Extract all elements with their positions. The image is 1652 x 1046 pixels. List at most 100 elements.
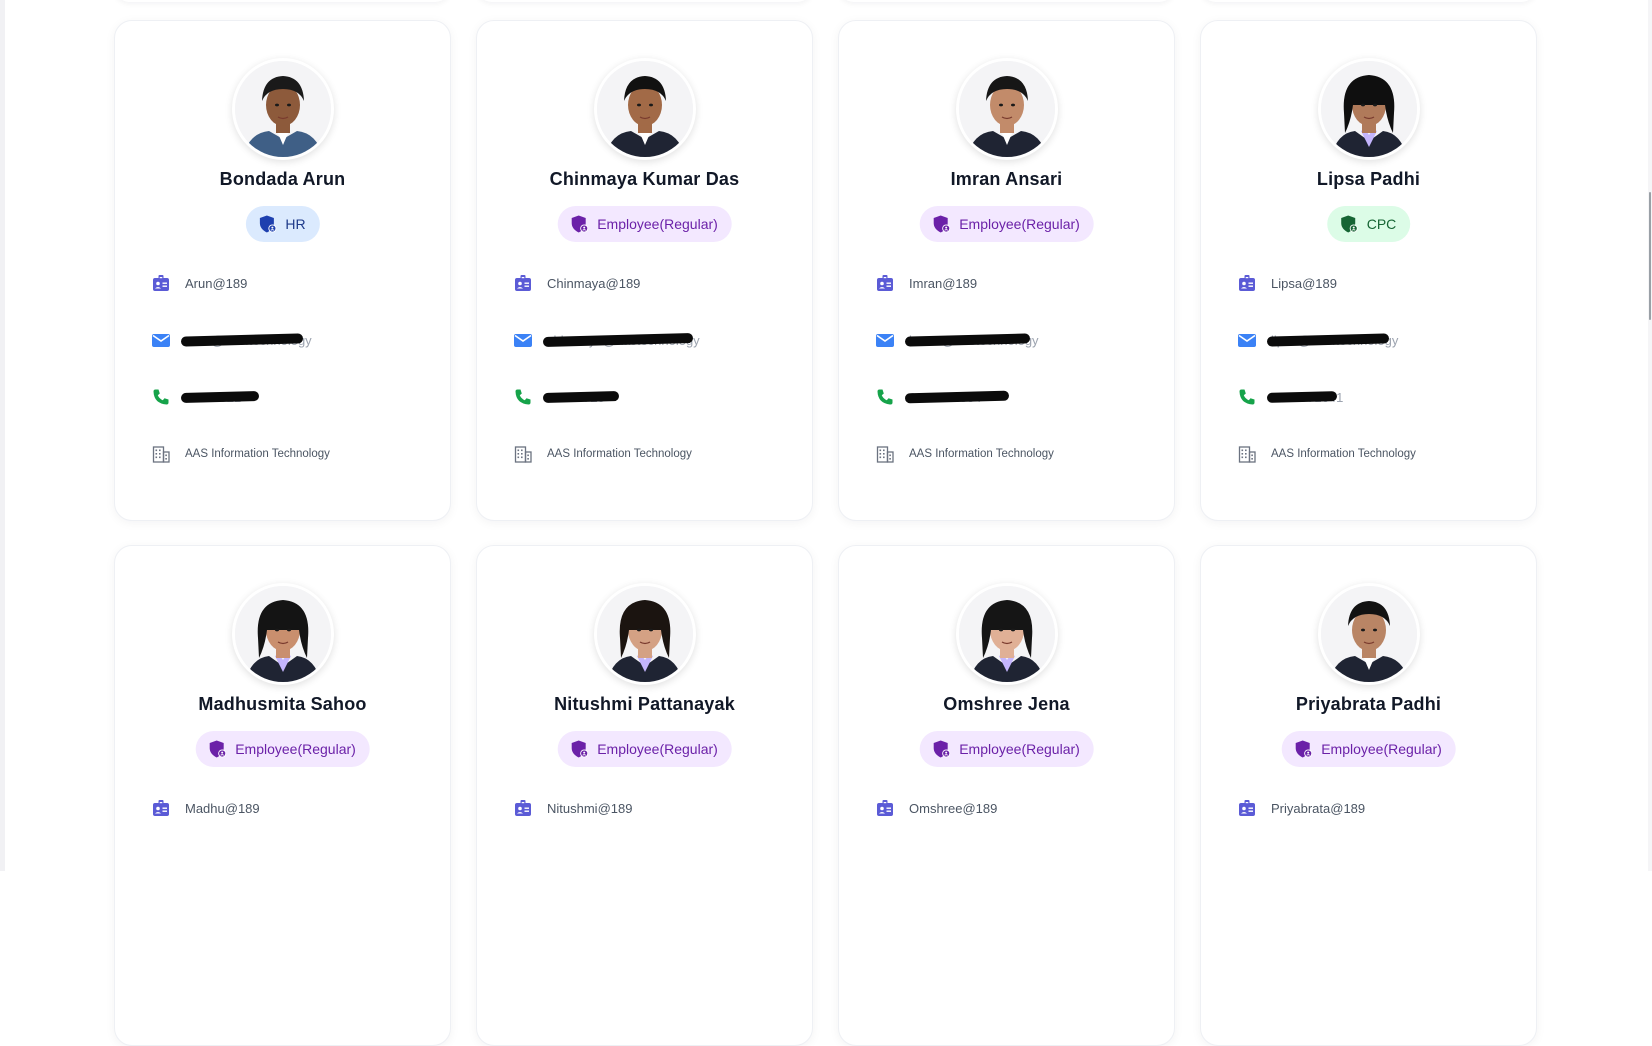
email-value-redacted: chinmaya@aastechnology	[542, 333, 700, 348]
role-badge: Employee(Regular)	[1281, 731, 1456, 767]
username-row: Nitushmi@189	[513, 796, 792, 820]
phone-icon	[513, 387, 533, 407]
employee-name: Lipsa Padhi	[1316, 169, 1421, 189]
employee-name: Priyabrata Padhi	[1295, 694, 1442, 714]
role-label: Employee(Regular)	[235, 741, 356, 757]
avatar	[593, 583, 696, 685]
mail-icon	[875, 330, 895, 350]
phone-row: 9600252334	[875, 385, 1154, 409]
role-badge: HR	[245, 206, 320, 242]
username-value: Priyabrata@189	[1271, 800, 1366, 816]
scrollbar[interactable]	[1648, 0, 1652, 871]
phone-row: 7408571641	[1237, 385, 1516, 409]
username-row: Lipsa@189	[1237, 271, 1516, 295]
phone-row: 9••••••821	[151, 385, 430, 409]
employee-card[interactable]: Imran Ansari Employee(Regular) Imran@189…	[838, 20, 1175, 521]
id-card-icon	[513, 273, 533, 293]
shield-user-icon	[571, 215, 588, 233]
avatar	[1317, 583, 1420, 685]
avatar	[593, 58, 696, 160]
role-label: Employee(Regular)	[597, 741, 718, 757]
shield-user-icon	[933, 215, 950, 233]
employee-name: Madhusmita Sahoo	[198, 694, 367, 714]
id-card-icon	[875, 798, 895, 818]
username-row: Chinmaya@189	[513, 271, 792, 295]
company-value: AAS Information Technology	[909, 448, 1054, 460]
redaction-mark	[180, 390, 260, 404]
id-card-icon	[875, 273, 895, 293]
employee-name: Nitushmi Pattanayak	[554, 694, 735, 714]
phone-icon	[1237, 387, 1257, 407]
role-badge: CPC	[1326, 206, 1411, 242]
redaction-mark	[542, 391, 620, 403]
company-value: AAS Information Technology	[185, 448, 330, 460]
shield-user-icon	[933, 740, 950, 758]
username-row: Priyabrata@189	[1237, 796, 1516, 820]
employee-name: Chinmaya Kumar Das	[549, 169, 740, 189]
mail-icon	[513, 330, 533, 350]
phone-icon	[151, 387, 171, 407]
building-icon	[875, 444, 895, 464]
phone-value-redacted: 7408571641	[1266, 390, 1343, 405]
username-row: Arun@189	[151, 271, 430, 295]
email-value-redacted: arun@aas.technology	[180, 333, 312, 348]
username-value: Lipsa@189	[1271, 275, 1337, 291]
username-value: Imran@189	[909, 275, 978, 291]
role-badge: Employee(Regular)	[557, 731, 732, 767]
username-value: Chinmaya@189	[547, 275, 641, 291]
shield-user-icon	[571, 740, 588, 758]
id-card-icon	[151, 798, 171, 818]
employee-card[interactable]: Madhusmita Sahoo Employee(Regular) Madhu…	[114, 545, 451, 1046]
company-row: AAS Information Technology	[1237, 442, 1516, 466]
id-card-icon	[1237, 798, 1257, 818]
redaction-mark	[1266, 391, 1338, 403]
previous-row-card	[1200, 0, 1537, 2]
mail-icon	[1237, 330, 1257, 350]
email-value-redacted: lipsa@aas.technology	[1266, 333, 1398, 348]
role-label: Employee(Regular)	[1321, 741, 1442, 757]
employee-card[interactable]: Omshree Jena Employee(Regular) Omshree@1…	[838, 545, 1175, 1046]
building-icon	[1237, 444, 1257, 464]
employee-name: Imran Ansari	[950, 169, 1063, 189]
employee-card[interactable]: Lipsa Padhi CPC Lipsa@189 lipsa@aas.tech…	[1200, 20, 1537, 521]
shield-user-icon	[209, 740, 226, 758]
previous-row-card	[476, 0, 813, 2]
shield-user-icon	[1340, 215, 1358, 233]
company-value: AAS Information Technology	[1271, 448, 1416, 460]
page-left-edge	[0, 0, 5, 871]
email-row: arun@aas.technology	[151, 328, 430, 352]
id-card-icon	[513, 798, 533, 818]
company-row: AAS Information Technology	[151, 442, 430, 466]
phone-value-redacted: 86706725	[542, 390, 620, 405]
phone-icon	[875, 387, 895, 407]
phone-row: 86706725	[513, 385, 792, 409]
employee-name: Omshree Jena	[943, 694, 1070, 714]
role-label: Employee(Regular)	[597, 216, 718, 232]
avatar	[1317, 58, 1420, 160]
role-badge: Employee(Regular)	[557, 206, 732, 242]
company-row: AAS Information Technology	[875, 442, 1154, 466]
role-badge: Employee(Regular)	[919, 731, 1094, 767]
username-value: Arun@189	[185, 275, 248, 291]
employee-card[interactable]: Nitushmi Pattanayak Employee(Regular) Ni…	[476, 545, 813, 1046]
shield-user-icon	[259, 215, 276, 233]
avatar	[231, 58, 334, 160]
role-label: CPC	[1366, 216, 1397, 232]
username-value: Nitushmi@189	[547, 800, 633, 816]
role-badge: Employee(Regular)	[919, 206, 1094, 242]
building-icon	[151, 444, 171, 464]
shield-user-icon	[1295, 740, 1312, 758]
building-icon	[513, 444, 533, 464]
employee-card[interactable]: Bondada Arun HR Arun@189 arun@aas.techno…	[114, 20, 451, 521]
mail-icon	[151, 330, 171, 350]
email-row: chinmaya@aastechnology	[513, 328, 792, 352]
employee-card[interactable]: Priyabrata Padhi Employee(Regular) Priya…	[1200, 545, 1537, 1046]
phone-value-redacted: 9600252334	[904, 390, 1010, 405]
employee-card[interactable]: Chinmaya Kumar Das Employee(Regular) Chi…	[476, 20, 813, 521]
scrollbar-thumb[interactable]	[1649, 192, 1651, 320]
username-row: Imran@189	[875, 271, 1154, 295]
previous-row-card	[838, 0, 1175, 2]
previous-row-card	[114, 0, 451, 2]
role-label: Employee(Regular)	[959, 216, 1080, 232]
email-row: lipsa@aas.technology	[1237, 328, 1516, 352]
